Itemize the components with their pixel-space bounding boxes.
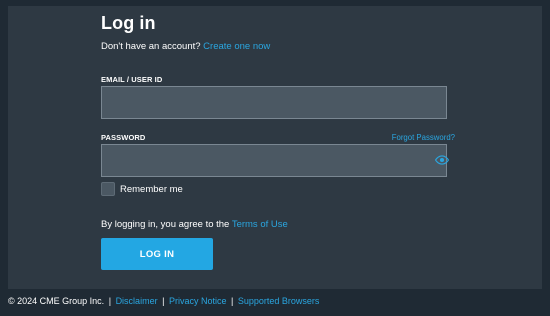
- eye-icon[interactable]: [434, 153, 450, 167]
- footer-separator: |: [162, 296, 165, 306]
- email-label: EMAIL / USER ID: [101, 75, 163, 84]
- forgot-password-link[interactable]: Forgot Password?: [392, 133, 455, 142]
- footer-separator: |: [108, 296, 112, 306]
- password-field[interactable]: [101, 144, 447, 177]
- footer: © 2024 CME Group Inc. | Disclaimer | Pri…: [8, 296, 319, 306]
- signup-prompt: Don't have an account? Create one now: [101, 41, 270, 52]
- footer-separator: |: [230, 296, 234, 306]
- remember-me: Remember me: [101, 182, 183, 196]
- page-title: Log in: [101, 13, 156, 33]
- privacy-notice-link[interactable]: Privacy Notice: [169, 296, 227, 306]
- create-account-link[interactable]: Create one now: [203, 41, 270, 52]
- password-label: PASSWORD: [101, 133, 146, 142]
- copyright-text: © 2024 CME Group Inc.: [8, 296, 105, 306]
- terms-of-use-link[interactable]: Terms of Use: [232, 219, 288, 230]
- remember-me-checkbox[interactable]: [101, 182, 115, 196]
- terms-agreement-text: By logging in, you agree to the: [101, 219, 230, 230]
- signup-prompt-text: Don't have an account?: [101, 41, 201, 52]
- disclaimer-link[interactable]: Disclaimer: [116, 296, 158, 306]
- email-field[interactable]: [101, 86, 447, 119]
- remember-me-label: Remember me: [120, 183, 183, 195]
- supported-browsers-link[interactable]: Supported Browsers: [238, 296, 320, 306]
- login-panel: Log in Don't have an account? Create one…: [8, 6, 542, 289]
- terms-agreement: By logging in, you agree to the Terms of…: [101, 219, 288, 230]
- log-in-button[interactable]: LOG IN: [101, 238, 213, 270]
- eye-icon-graphic: [434, 155, 450, 165]
